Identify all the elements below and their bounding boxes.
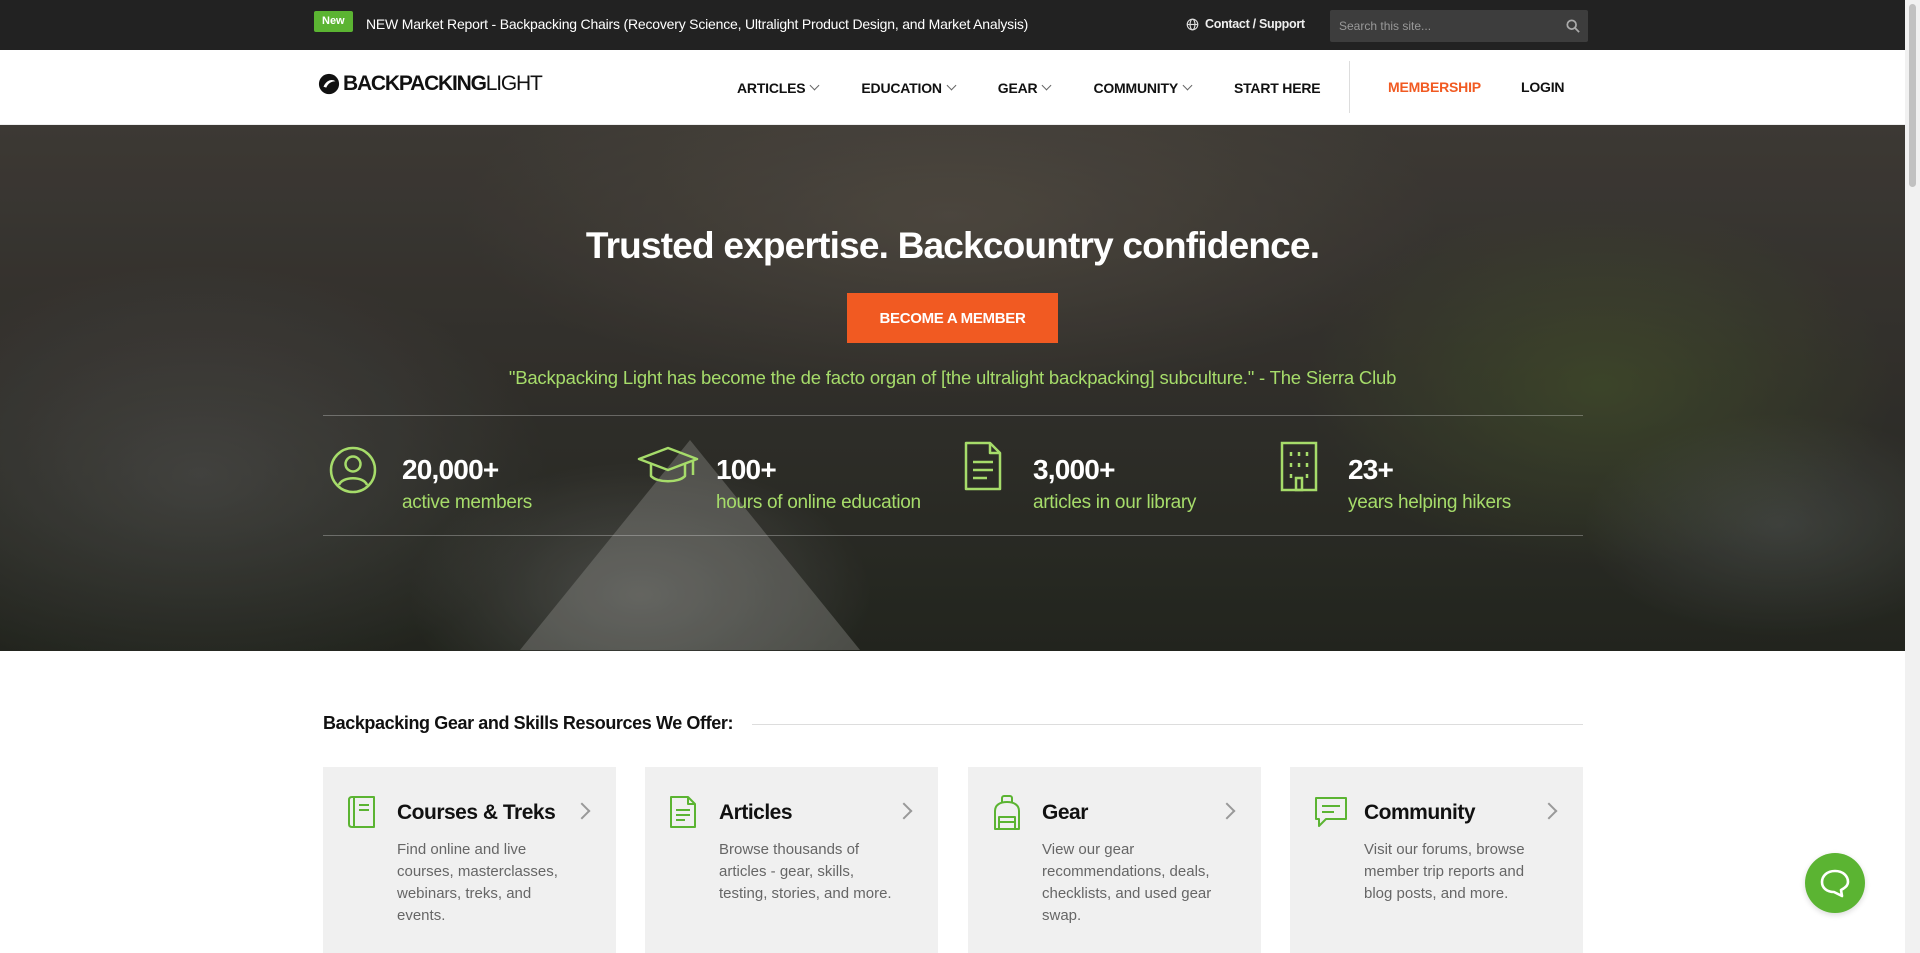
site-search bbox=[1330, 10, 1588, 42]
resources-heading: Backpacking Gear and Skills Resources We… bbox=[323, 713, 734, 733]
nav-item-label: START HERE bbox=[1233, 79, 1321, 96]
globe-icon bbox=[1186, 18, 1199, 30]
chevron-down-icon bbox=[1182, 80, 1193, 91]
nav-item-community[interactable]: COMMUNITY bbox=[1093, 79, 1193, 96]
hero-quote: "Backpacking Light has become the de fac… bbox=[508, 367, 1397, 388]
search-input[interactable] bbox=[1330, 10, 1550, 42]
building-icon bbox=[1280, 441, 1318, 492]
chevron-down-icon bbox=[809, 80, 820, 91]
new-badge: New bbox=[314, 11, 353, 32]
stat-number: 100+ bbox=[716, 454, 777, 485]
chevron-right-icon bbox=[1218, 802, 1236, 820]
hero-divider-bottom bbox=[323, 535, 1583, 536]
nav-item-gear[interactable]: GEAR bbox=[997, 79, 1052, 96]
nav-divider bbox=[1349, 61, 1350, 113]
nav-item-education[interactable]: EDUCATION bbox=[861, 79, 957, 96]
document-icon bbox=[964, 441, 1002, 491]
search-icon[interactable] bbox=[1566, 19, 1580, 33]
logo-text: BACKPACKINGLIGHT bbox=[343, 72, 543, 96]
stat-label: articles in our library bbox=[1033, 492, 1197, 513]
contact-support-link[interactable]: Contact / Support bbox=[1186, 17, 1305, 31]
site-logo[interactable]: BACKPACKINGLIGHT bbox=[318, 72, 543, 96]
chevron-down-icon bbox=[946, 80, 957, 91]
card-articles[interactable]: Articles Browse thousands of articles - … bbox=[645, 767, 938, 953]
card-description: Find online and live courses, masterclas… bbox=[397, 841, 558, 924]
stat-label: years helping hikers bbox=[1348, 492, 1511, 513]
card-title: Courses & Treks bbox=[397, 801, 556, 824]
chevron-right-icon bbox=[895, 802, 913, 820]
card-gear[interactable]: Gear View our gear recommendations, deal… bbox=[968, 767, 1261, 953]
become-member-button[interactable]: BECOME A MEMBER bbox=[847, 293, 1058, 343]
speech-bubble-icon bbox=[1820, 869, 1850, 898]
stat-articles: 3,000+ articles in our library bbox=[963, 430, 1273, 530]
primary-menu: ARTICLES EDUCATION GEAR COMMUNITY START … bbox=[737, 50, 1363, 125]
logo-mark-icon bbox=[318, 73, 340, 95]
document-icon bbox=[670, 796, 696, 828]
card-title: Articles bbox=[719, 801, 793, 824]
book-icon bbox=[348, 796, 375, 828]
logo-text-bold: BACKPACKING bbox=[343, 72, 487, 95]
chevron-right-icon bbox=[1540, 802, 1558, 820]
nav-item-label: GEAR bbox=[997, 79, 1038, 96]
announcement-link[interactable]: NEW Market Report - Backpacking Chairs (… bbox=[366, 16, 1028, 32]
card-courses-treks[interactable]: Courses & Treks Find online and live cou… bbox=[323, 767, 616, 953]
chat-bubble-icon bbox=[1315, 797, 1347, 827]
contact-support-label: Contact / Support bbox=[1205, 17, 1305, 31]
nav-item-label: ARTICLES bbox=[737, 79, 806, 96]
stat-members: 20,000+ active members bbox=[323, 430, 633, 530]
hero-section: Trusted expertise. Backcountry confidenc… bbox=[0, 125, 1905, 651]
backpack-icon bbox=[994, 795, 1020, 830]
stat-label: hours of online education bbox=[716, 492, 921, 513]
nav-item-start-here[interactable]: START HERE bbox=[1233, 79, 1321, 96]
nav-item-articles[interactable]: ARTICLES bbox=[737, 79, 820, 96]
stat-years: 23+ years helping hikers bbox=[1278, 430, 1583, 530]
nav-item-label: EDUCATION bbox=[861, 79, 942, 96]
card-title: Gear bbox=[1042, 801, 1088, 824]
card-description: Visit our forums, browse member trip rep… bbox=[1364, 841, 1525, 902]
card-description: Browse thousands of articles - gear, ski… bbox=[719, 841, 892, 902]
card-title: Community bbox=[1364, 801, 1476, 824]
stat-number: 3,000+ bbox=[1033, 454, 1115, 485]
login-link[interactable]: LOGIN bbox=[1521, 79, 1565, 95]
help-chat-button[interactable] bbox=[1805, 853, 1865, 913]
card-community[interactable]: Community Visit our forums, browse membe… bbox=[1290, 767, 1583, 953]
stat-education: 100+ hours of online education bbox=[637, 430, 957, 530]
user-circle-icon bbox=[329, 446, 377, 494]
membership-link[interactable]: MEMBERSHIP bbox=[1388, 79, 1481, 95]
logo-text-light: LIGHT bbox=[485, 72, 543, 95]
nav-item-label: COMMUNITY bbox=[1093, 79, 1178, 96]
announcement-bar: New NEW Market Report - Backpacking Chai… bbox=[0, 0, 1905, 50]
card-description: View our gear recommendations, deals, ch… bbox=[1042, 841, 1212, 924]
hero-divider-top bbox=[323, 415, 1583, 416]
graduation-cap-icon bbox=[637, 446, 699, 483]
main-navigation: BACKPACKINGLIGHT ARTICLES EDUCATION GEAR… bbox=[0, 50, 1905, 125]
scrollbar-thumb[interactable] bbox=[1909, 4, 1916, 187]
page-scrollbar[interactable] bbox=[1905, 0, 1920, 953]
stat-number: 20,000+ bbox=[402, 454, 499, 485]
hero-title: Trusted expertise. Backcountry confidenc… bbox=[585, 225, 1320, 266]
stats-row: 20,000+ active members 100+ hours of onl… bbox=[323, 430, 1583, 530]
stat-number: 23+ bbox=[1348, 454, 1394, 485]
chevron-down-icon bbox=[1042, 80, 1052, 91]
stat-label: active members bbox=[402, 492, 532, 513]
chevron-right-icon bbox=[573, 802, 591, 820]
resources-heading-rule bbox=[752, 724, 1583, 725]
